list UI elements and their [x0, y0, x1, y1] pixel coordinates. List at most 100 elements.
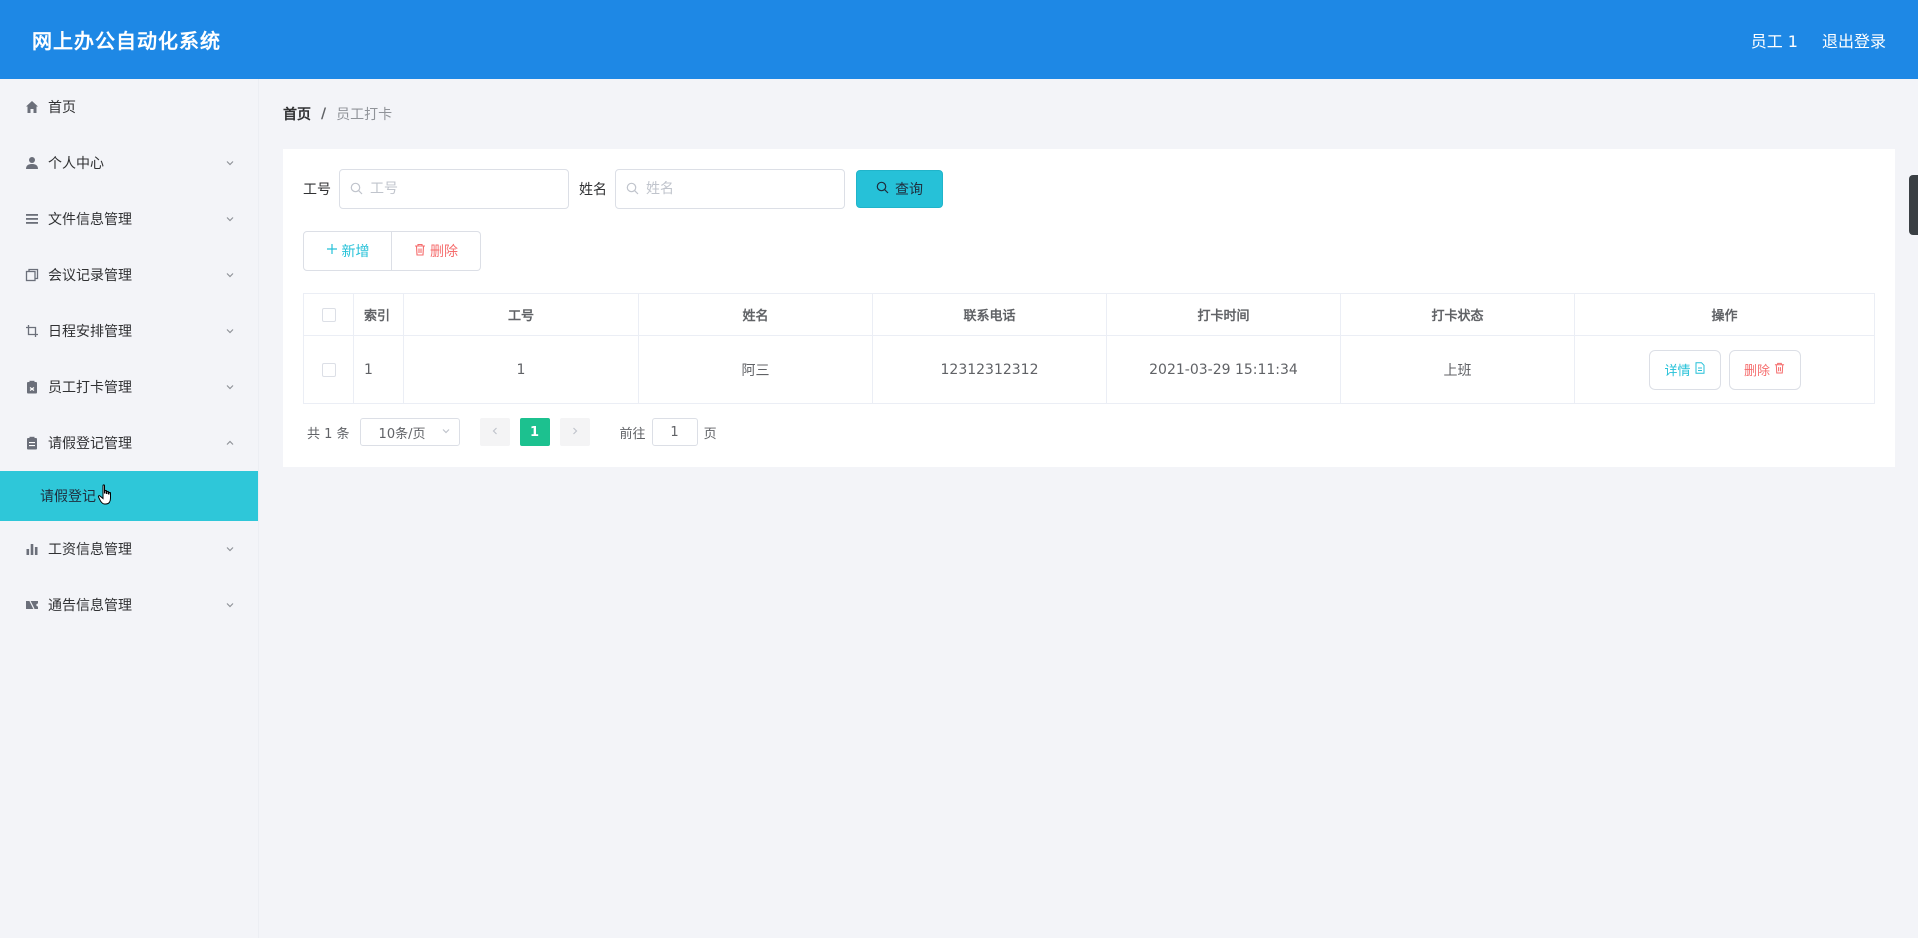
search-icon: [626, 182, 640, 196]
page-size-value: 10条/页: [378, 426, 426, 442]
sidebar-item-personal-center[interactable]: 个人中心: [0, 135, 258, 191]
sidebar-item-label: 请假登记管理: [48, 436, 132, 452]
header-index: 索引: [354, 294, 404, 335]
sidebar-item-meeting-records[interactable]: 会议记录管理: [0, 247, 258, 303]
bar-chart-icon: [24, 541, 40, 557]
name-input[interactable]: [646, 181, 826, 197]
document-icon: [24, 435, 40, 451]
row-checkbox[interactable]: [321, 362, 336, 377]
main-content: 首页 / 员工打卡 工号 姓名 查询 新增: [283, 79, 1896, 467]
chevron-down-icon: [224, 543, 236, 555]
clipboard-icon: [24, 379, 40, 395]
side-drawer-handle[interactable]: [1909, 175, 1918, 235]
sidebar-item-home[interactable]: 首页: [0, 79, 258, 135]
app-title: 网上办公自动化系统: [32, 29, 221, 53]
clock-in-table: 索引 工号 姓名 联系电话 打卡时间 打卡状态 操作 1 1 阿三 123123…: [303, 293, 1875, 404]
breadcrumb: 首页 / 员工打卡: [283, 79, 1896, 149]
goto-page: 前往 页: [620, 418, 717, 446]
goto-page-input[interactable]: [651, 418, 698, 446]
add-button[interactable]: 新增: [303, 231, 392, 271]
delete-button[interactable]: 删除: [392, 231, 481, 271]
chevron-down-icon: [224, 213, 236, 225]
employee-id-input[interactable]: [370, 181, 550, 197]
trash-icon: [1774, 362, 1785, 378]
query-button[interactable]: 查询: [856, 170, 943, 208]
sidebar-item-notice-management[interactable]: 通告信息管理: [0, 577, 258, 633]
logout-link[interactable]: 退出登录: [1822, 28, 1886, 52]
cell-employee-id: 1: [404, 336, 639, 403]
table-row: 1 1 阿三 12312312312 2021-03-29 15:11:34 上…: [304, 336, 1874, 403]
goto-label: 前往: [619, 426, 646, 442]
sidebar-item-leave-management[interactable]: 请假登记管理: [0, 415, 258, 471]
page-number-button[interactable]: 1: [519, 418, 550, 446]
query-button-label: 查询: [895, 182, 923, 198]
name-label: 姓名: [579, 182, 607, 198]
sidebar-item-file-management[interactable]: 文件信息管理: [0, 191, 258, 247]
cell-name: 阿三: [639, 336, 873, 403]
row-select-cell: [304, 336, 354, 403]
cell-clock-time: 2021-03-29 15:11:34: [1107, 336, 1341, 403]
sidebar-subitem-leave-registration[interactable]: 请假登记: [0, 471, 258, 521]
detail-button-label: 详情: [1664, 364, 1691, 379]
chevron-down-icon: [224, 325, 236, 337]
prev-page-button[interactable]: [479, 418, 510, 446]
sidebar-item-clock-in-management[interactable]: 员工打卡管理: [0, 359, 258, 415]
header-operations: 操作: [1711, 309, 1738, 324]
trash-icon: [414, 243, 426, 260]
sidebar-item-label: 个人中心: [48, 156, 104, 172]
next-page-button[interactable]: [559, 418, 590, 446]
header-select-cell: [304, 294, 354, 335]
row-delete-button-label: 删除: [1743, 364, 1770, 379]
crop-icon: [24, 323, 40, 339]
select-all-checkbox[interactable]: [321, 307, 336, 322]
top-header: 网上办公自动化系统 员工 1 退出登录: [0, 0, 1918, 79]
sidebar-item-schedule[interactable]: 日程安排管理: [0, 303, 258, 359]
cell-index: 1: [354, 336, 404, 403]
cell-operations: 详情 删除: [1575, 336, 1874, 403]
cell-clock-status: 上班: [1341, 336, 1575, 403]
sidebar-item-salary-management[interactable]: 工资信息管理: [0, 521, 258, 577]
chevron-down-icon: [224, 157, 236, 169]
employee-id-field: [339, 169, 569, 209]
sidebar-item-label: 会议记录管理: [48, 268, 132, 284]
current-user[interactable]: 员工 1: [1751, 28, 1798, 52]
chevron-right-icon: [570, 425, 580, 440]
chevron-left-icon: [490, 425, 500, 440]
content-panel: 工号 姓名 查询 新增 删除: [283, 149, 1895, 467]
search-icon: [876, 181, 889, 198]
pagination-total: 共 1 条: [307, 426, 350, 442]
chevron-down-icon: [224, 269, 236, 281]
sidebar-item-label: 员工打卡管理: [48, 380, 132, 396]
header-user-area: 员工 1 退出登录: [1751, 28, 1886, 52]
delete-button-label: 删除: [430, 244, 458, 260]
plus-icon: [326, 243, 338, 259]
header-employee-id: 工号: [404, 294, 639, 335]
header-name: 姓名: [639, 294, 873, 335]
breadcrumb-home[interactable]: 首页: [283, 104, 311, 124]
sidebar-item-label: 日程安排管理: [48, 324, 132, 340]
cell-phone: 12312312312: [873, 336, 1107, 403]
sidebar-item-label: 工资信息管理: [48, 542, 132, 558]
user-icon: [24, 155, 40, 171]
breadcrumb-separator: /: [321, 106, 327, 122]
home-icon: [24, 99, 40, 115]
document-icon: [1695, 361, 1705, 378]
sidebar-item-label: 通告信息管理: [48, 598, 132, 614]
action-toolbar: 新增 删除: [303, 231, 1875, 271]
page-size-select[interactable]: 10条/页: [359, 418, 460, 446]
chevron-down-icon: [224, 381, 236, 393]
row-delete-button[interactable]: 删除: [1728, 349, 1801, 390]
chevron-up-icon: [224, 437, 236, 449]
name-field: [615, 169, 845, 209]
breadcrumb-current: 员工打卡: [336, 107, 393, 123]
sidebar-item-label: 首页: [48, 100, 76, 116]
header-clock-time: 打卡时间: [1107, 294, 1341, 335]
chevron-down-icon: [224, 599, 236, 611]
header-phone: 联系电话: [873, 294, 1107, 335]
header-clock-status: 打卡状态: [1341, 294, 1575, 335]
chevron-down-icon: [441, 425, 451, 440]
search-icon: [350, 182, 364, 196]
detail-button[interactable]: 详情: [1648, 349, 1721, 390]
ticket-icon: [24, 597, 40, 613]
add-button-label: 新增: [341, 244, 370, 260]
